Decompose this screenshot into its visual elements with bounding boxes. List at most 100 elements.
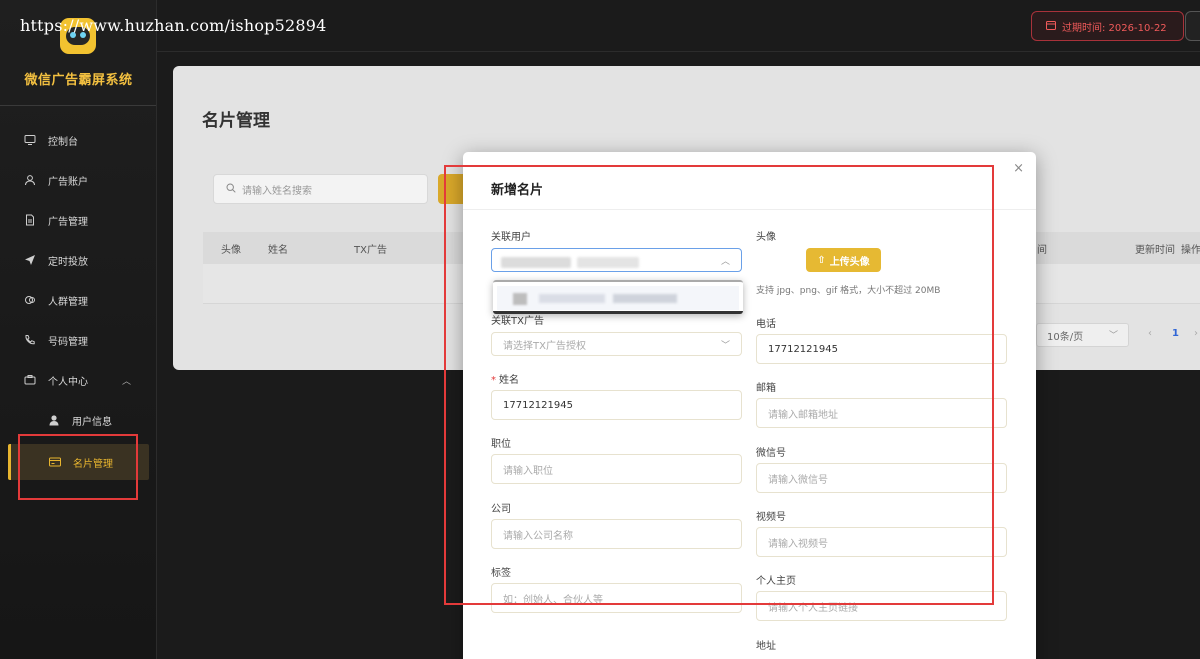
modal-title: 新增名片 <box>491 183 544 198</box>
column-header: 操作 <box>1181 245 1200 256</box>
profile-icon <box>24 374 36 386</box>
sidebar-item-label: 广告账户 <box>48 176 88 188</box>
linked-user-dropdown <box>493 280 743 314</box>
position-placeholder: 请输入职位 <box>503 465 553 477</box>
sidebar-item-personal-center[interactable]: 个人中心 ︿ <box>0 360 157 400</box>
channel-field[interactable]: 请输入视频号 <box>756 527 1007 557</box>
name-field[interactable]: 17712121945 <box>491 390 742 420</box>
search-input[interactable]: 请输入姓名搜索 <box>213 174 428 204</box>
channel-label: 视频号 <box>756 512 786 523</box>
linked-user-label: 关联用户 <box>491 232 531 243</box>
name-label: * 姓名 <box>491 375 519 386</box>
position-label: 职位 <box>491 439 511 450</box>
address-label: 地址 <box>756 641 776 652</box>
upload-avatar-label: 上传头像 <box>829 256 870 268</box>
chevron-up-icon: ︿ <box>720 257 730 267</box>
column-header: 更新时间 <box>1135 245 1175 256</box>
sidebar-item-label: 广告管理 <box>48 216 88 228</box>
blurred-value <box>577 257 639 268</box>
wechat-placeholder: 请输入微信号 <box>768 474 828 486</box>
email-field[interactable]: 请输入邮箱地址 <box>756 398 1007 428</box>
blurred-value <box>539 294 605 303</box>
blurred-avatar <box>513 293 527 305</box>
search-placeholder: 请输入姓名搜索 <box>242 185 312 197</box>
search-icon <box>226 182 236 196</box>
watermark-url: https://www.huzhan.com/ishop52894 <box>20 16 327 35</box>
column-header: TX广告 <box>354 245 387 256</box>
close-icon[interactable]: × <box>1013 161 1024 176</box>
sidebar-item-label: 用户信息 <box>72 416 112 428</box>
chevron-up-icon: ︿ <box>122 377 132 387</box>
name-value: 17712121945 <box>503 399 573 411</box>
group-icon <box>24 294 36 306</box>
sidebar-nav: 控制台 广告账户 广告管理 定时投放 人群管理 号码管理 个人中心 ︿ 用户信息… <box>0 120 157 480</box>
homepage-placeholder: 请输入个人主页链接 <box>768 602 858 614</box>
chevron-down-icon: ﹀ <box>1108 331 1118 341</box>
linked-ad-label: 关联TX广告 <box>491 316 544 327</box>
company-label: 公司 <box>491 504 511 515</box>
phone-field[interactable]: 17712121945 <box>756 334 1007 364</box>
homepage-label: 个人主页 <box>756 576 796 587</box>
avatar-label: 头像 <box>756 232 776 243</box>
expire-text: 过期时间: 2026-10-22 <box>1062 22 1167 34</box>
page-title: 名片管理 <box>202 111 270 131</box>
upload-hint: 支持 jpg、png、gif 格式，大小不超过 20MB <box>756 286 941 296</box>
homepage-field[interactable]: 请输入个人主页链接 <box>756 591 1007 621</box>
calendar-icon <box>1046 20 1056 33</box>
sidebar-item-ad-management[interactable]: 广告管理 <box>0 200 157 240</box>
sidebar-item-label: 控制台 <box>48 136 78 148</box>
brand-title: 微信广告霸屏系统 <box>24 73 133 88</box>
linked-ad-placeholder: 请选择TX广告授权 <box>503 340 586 352</box>
page-size-value: 10条/页 <box>1047 331 1084 343</box>
wechat-field[interactable]: 请输入微信号 <box>756 463 1007 493</box>
prev-page-button[interactable]: ‹ <box>1148 328 1152 339</box>
channel-placeholder: 请输入视频号 <box>768 538 828 550</box>
company-field[interactable]: 请输入公司名称 <box>491 519 742 549</box>
expire-badge: 过期时间: 2026-10-22 <box>1031 11 1184 41</box>
tags-field[interactable]: 如：创始人、合伙人等 <box>491 583 742 613</box>
phone-value: 17712121945 <box>768 343 838 355</box>
tags-placeholder: 如：创始人、合伙人等 <box>503 594 603 606</box>
page-number[interactable]: 1 <box>1172 328 1179 339</box>
modal-divider <box>463 209 1036 210</box>
email-label: 邮箱 <box>756 383 776 394</box>
company-placeholder: 请输入公司名称 <box>503 530 573 542</box>
sidebar-item-scheduled[interactable]: 定时投放 <box>0 240 157 280</box>
next-page-button[interactable]: › <box>1194 328 1198 339</box>
sidebar-item-numbers[interactable]: 号码管理 <box>0 320 157 360</box>
upload-avatar-button[interactable]: ⇧ 上传头像 <box>806 248 881 272</box>
column-header: 间 <box>1037 245 1047 256</box>
tags-label: 标签 <box>491 568 511 579</box>
monitor-icon <box>24 134 36 146</box>
column-header: 头像 <box>221 245 241 256</box>
sidebar-item-ad-accounts[interactable]: 广告账户 <box>0 160 157 200</box>
add-card-modal: 新增名片 × 关联用户 ︿ 关联TX广告 请选择TX广告授权 ﹀ * 姓名 177… <box>463 152 1036 659</box>
person-icon <box>48 414 60 426</box>
sidebar-item-label: 号码管理 <box>48 336 88 348</box>
blurred-value <box>501 257 571 268</box>
sidebar: 微信广告霸屏系统 控制台 广告账户 广告管理 定时投放 人群管理 号码管理 个人… <box>0 0 157 659</box>
phone-label: 电话 <box>756 319 776 330</box>
position-field[interactable]: 请输入职位 <box>491 454 742 484</box>
linked-ad-select[interactable]: 请选择TX广告授权 ﹀ <box>491 332 742 356</box>
email-placeholder: 请输入邮箱地址 <box>768 409 838 421</box>
upload-icon: ⇧ <box>817 254 826 266</box>
page-size-select[interactable]: 10条/页 ﹀ <box>1036 323 1129 347</box>
blurred-value <box>613 294 677 303</box>
dropdown-option[interactable] <box>497 286 739 310</box>
sidebar-item-dashboard[interactable]: 控制台 <box>0 120 157 160</box>
sidebar-item-label: 人群管理 <box>48 296 88 308</box>
chevron-down-icon: ﹀ <box>720 341 730 351</box>
send-icon <box>24 254 36 266</box>
column-header: 姓名 <box>268 245 288 256</box>
user-icon <box>24 174 36 186</box>
sidebar-item-label: 个人中心 <box>48 376 88 388</box>
wechat-label: 微信号 <box>756 448 786 459</box>
user-menu-button[interactable] <box>1185 11 1200 41</box>
phone-icon <box>24 334 36 346</box>
sidebar-item-audience[interactable]: 人群管理 <box>0 280 157 320</box>
sidebar-item-label: 定时投放 <box>48 256 88 268</box>
document-icon <box>24 214 36 226</box>
linked-user-select[interactable]: ︿ <box>491 248 742 272</box>
highlight-box-sidebar <box>18 434 138 500</box>
